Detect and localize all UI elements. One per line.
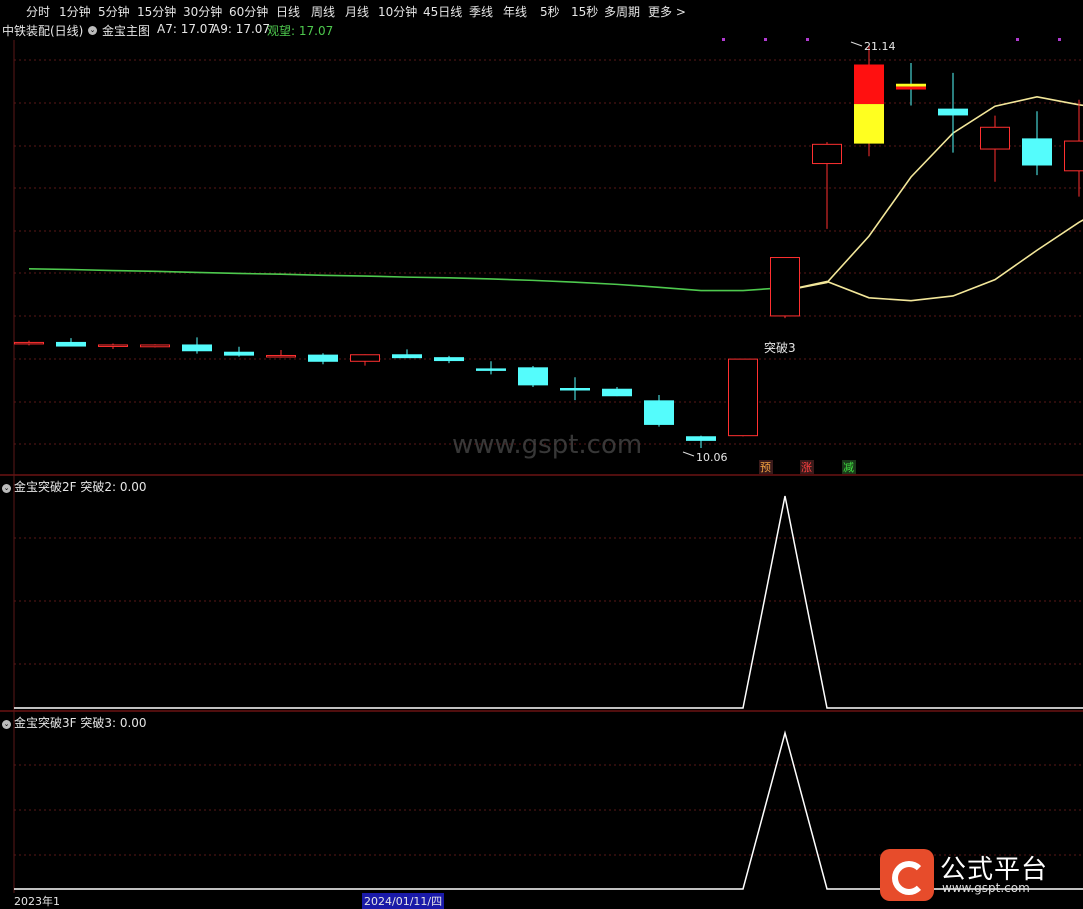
candle-body — [183, 345, 212, 351]
candle-body — [15, 342, 44, 344]
high-price-label: 21.14 — [864, 40, 896, 53]
candle-body — [1023, 139, 1052, 165]
ma-yellow-slow-line — [785, 173, 1083, 301]
panel2-title: 金宝突破2F 突破2: 0.00 — [14, 480, 147, 494]
candle-body — [99, 345, 128, 347]
candle-body — [603, 389, 632, 396]
candle-body — [813, 144, 842, 163]
candle-body — [981, 127, 1010, 149]
candle-body — [477, 369, 506, 371]
ma-yellow-fast-line — [785, 97, 1083, 291]
candle-body — [896, 84, 926, 87]
signal-reduce-label: 减 — [843, 461, 854, 474]
signal-pre-label: 预 — [760, 461, 771, 474]
candle-body — [561, 388, 590, 390]
candle-body — [309, 355, 338, 361]
candle-body — [687, 437, 716, 441]
watermark: www.gspt.com — [452, 430, 642, 460]
candle-body — [939, 109, 968, 115]
candle-body — [729, 359, 758, 436]
brand-g-icon — [880, 849, 934, 901]
signal-dot — [764, 38, 767, 41]
candle-body — [1065, 141, 1083, 171]
chevron-down-icon[interactable]: ⌄ — [2, 720, 11, 729]
brand-logo: 公式平台 www.gspt.com — [880, 849, 1076, 901]
signal-dot — [806, 38, 809, 41]
ma-green-line — [29, 269, 785, 291]
panel3-title: 金宝突破3F 突破3: 0.00 — [14, 716, 147, 730]
panel3-header: ⌄金宝突破3F 突破3: 0.00 — [2, 714, 147, 731]
candle-body — [351, 355, 380, 362]
chevron-down-icon[interactable]: ⌄ — [2, 484, 11, 493]
candle-body — [896, 87, 926, 90]
breakout2-line — [14, 496, 1083, 708]
candle-body — [57, 342, 86, 346]
candle-body — [435, 358, 464, 361]
low-price-label: 10.06 — [696, 451, 728, 464]
candle-body — [267, 355, 296, 357]
low-arrow — [683, 452, 694, 456]
high-arrow — [851, 42, 862, 46]
candle-body — [771, 258, 800, 316]
candle-body — [854, 65, 884, 105]
candle-body — [141, 345, 170, 347]
candle-body — [519, 368, 548, 385]
signal-rise-label: 涨 — [801, 461, 812, 474]
candle-body — [225, 352, 254, 355]
signal-dot — [1058, 38, 1061, 41]
candle-body — [645, 401, 674, 425]
breakout-label: 突破3 — [764, 340, 796, 355]
brand-url: www.gspt.com — [942, 881, 1030, 895]
signal-dot — [1016, 38, 1019, 41]
candle-body — [393, 355, 422, 358]
signal-dot — [722, 38, 725, 41]
panel2-header: ⌄金宝突破2F 突破2: 0.00 — [2, 478, 147, 495]
candle-body — [854, 104, 884, 144]
